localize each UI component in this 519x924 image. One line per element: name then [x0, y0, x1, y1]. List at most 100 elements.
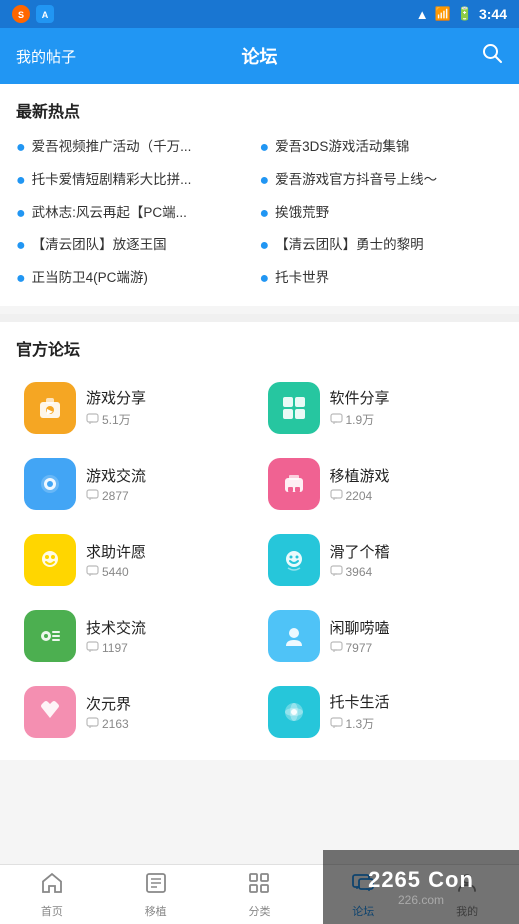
my-posts-link[interactable]: 我的帖子	[16, 46, 76, 67]
forum-name: 闲聊唠嗑	[330, 617, 390, 638]
forum-count: 2877	[86, 489, 146, 503]
header: 我的帖子 论坛	[0, 28, 519, 84]
watermark: 2265 Con 226.com	[323, 850, 519, 924]
hot-item-text: 托卡爱情短剧精彩大比拼...	[32, 171, 192, 190]
hot-bullet: ●	[260, 171, 270, 192]
home-icon	[40, 871, 64, 901]
forum-item[interactable]: ▶ 游戏分享 5.1万	[16, 370, 260, 446]
status-icons-right: ▲ 📶 🔋 3:44	[416, 6, 507, 22]
hot-list-item[interactable]: ● 【清云团队】放逐王国	[16, 230, 260, 263]
hot-list-item[interactable]: ●正当防卫4(PC端游)	[16, 263, 260, 296]
svg-text:A: A	[42, 10, 49, 20]
hot-list-item[interactable]: ● 武林志:风云再起【PC端...	[16, 198, 260, 231]
forum-name: 移植游戏	[330, 465, 390, 486]
clock: 3:44	[479, 6, 507, 22]
hot-bullet: ●	[16, 236, 26, 257]
forum-info: 游戏分享 5.1万	[86, 387, 146, 428]
hot-section: 最新热点 ●爱吾视频推广活动（千万...●爱吾3DS游戏活动集锦●托卡爱情短剧精…	[0, 84, 519, 306]
hot-bullet: ●	[260, 138, 270, 159]
hot-bullet: ●	[16, 204, 26, 225]
search-button[interactable]	[481, 42, 503, 70]
forum-name: 游戏分享	[86, 387, 146, 408]
comment-icon	[330, 717, 343, 730]
forum-info: 技术交流 1197	[86, 617, 146, 655]
hot-item-text: 武林志:风云再起【PC端...	[32, 204, 187, 223]
migrate-label: 移植	[145, 903, 167, 919]
forum-name: 托卡生活	[330, 691, 390, 712]
comment-icon	[330, 565, 343, 578]
migrate-icon	[144, 871, 168, 901]
hot-list-item[interactable]: ● 托卡爱情短剧精彩大比拼...	[16, 165, 260, 198]
watermark-line1: 2265 Con	[368, 867, 474, 893]
hot-list-item[interactable]: ● 【清云团队】勇士的黎明	[260, 230, 504, 263]
hot-bullet: ●	[16, 171, 26, 192]
status-bar: S A ▲ 📶 🔋 3:44	[0, 0, 519, 28]
forum-count: 7977	[330, 641, 390, 655]
nav-item-migrate[interactable]: 移植	[104, 865, 208, 924]
section-divider	[0, 314, 519, 322]
forum-icon	[24, 534, 76, 586]
forum-count: 2163	[86, 717, 131, 731]
forum-icon	[268, 382, 320, 434]
category-label: 分类	[248, 903, 270, 919]
hot-item-text: 挨饿荒野	[275, 204, 329, 223]
hot-item-text: 正当防卫4(PC端游)	[32, 269, 148, 288]
nav-item-category[interactable]: 分类	[208, 865, 312, 924]
hot-item-text: 托卡世界	[275, 269, 329, 288]
svg-text:S: S	[18, 10, 24, 20]
forum-info: 闲聊唠嗑 7977	[330, 617, 390, 655]
forum-item[interactable]: 游戏交流 2877	[16, 446, 260, 522]
forum-info: 求助许愿 5440	[86, 541, 146, 579]
hot-item-text: 爱吾3DS游戏活动集锦	[275, 138, 409, 157]
nav-item-home[interactable]: 首页	[0, 865, 104, 924]
hot-list-item[interactable]: ● 挨饿荒野	[260, 198, 504, 231]
hot-item-text: 爱吾游戏官方抖音号上线～	[275, 171, 437, 190]
forum-name: 滑了个稽	[330, 541, 390, 562]
forum-info: 移植游戏 2204	[330, 465, 390, 503]
hot-item-text: 【清云团队】放逐王国	[32, 236, 167, 255]
wifi-icon: ▲	[416, 7, 429, 22]
forum-item[interactable]: 托卡生活 1.3万	[260, 674, 504, 750]
hot-list-item[interactable]: ● 爱吾3DS游戏活动集锦	[260, 132, 504, 165]
forum-item[interactable]: 闲聊唠嗑 7977	[260, 598, 504, 674]
forum-item[interactable]: 次元界 2163	[16, 674, 260, 750]
watermark-line2: 226.com	[368, 893, 474, 907]
forum-section-title: 官方论坛	[16, 336, 503, 360]
app-icon-2: A	[36, 5, 54, 23]
forum-item[interactable]: 移植游戏 2204	[260, 446, 504, 522]
forum-item[interactable]: 滑了个稽 3964	[260, 522, 504, 598]
forum-name: 次元界	[86, 693, 131, 714]
forum-count: 1.9万	[330, 411, 390, 428]
comment-icon	[330, 489, 343, 502]
forum-name: 游戏交流	[86, 465, 146, 486]
hot-bullet: ●	[260, 204, 270, 225]
svg-text:▶: ▶	[47, 407, 54, 416]
forum-info: 次元界 2163	[86, 693, 131, 731]
forum-count: 5440	[86, 565, 146, 579]
hot-list-item[interactable]: ● 爱吾游戏官方抖音号上线～	[260, 165, 504, 198]
forum-item[interactable]: 技术交流 1197	[16, 598, 260, 674]
forum-info: 滑了个稽 3964	[330, 541, 390, 579]
forum-item[interactable]: 求助许愿 5440	[16, 522, 260, 598]
home-label: 首页	[41, 903, 63, 919]
forum-icon	[24, 610, 76, 662]
comment-icon	[86, 565, 99, 578]
forum-grid: ▶ 游戏分享 5.1万 软件分享	[16, 370, 503, 750]
category-icon	[247, 871, 271, 901]
forum-count: 5.1万	[86, 411, 146, 428]
comment-icon	[86, 641, 99, 654]
comment-icon	[86, 489, 99, 502]
forum-item[interactable]: 软件分享 1.9万	[260, 370, 504, 446]
hot-section-title: 最新热点	[16, 98, 503, 122]
hot-list-item[interactable]: ●托卡世界	[260, 263, 504, 296]
hot-bullet: ●	[260, 236, 270, 257]
forum-name: 技术交流	[86, 617, 146, 638]
hot-item-text: 【清云团队】勇士的黎明	[275, 236, 424, 255]
hot-list-item[interactable]: ●爱吾视频推广活动（千万...	[16, 132, 260, 165]
status-icons-left: S A	[12, 5, 54, 23]
forum-info: 游戏交流 2877	[86, 465, 146, 503]
forum-count: 1197	[86, 641, 146, 655]
forum-icon	[268, 686, 320, 738]
comment-icon	[86, 413, 99, 426]
forum-info: 托卡生活 1.3万	[330, 691, 390, 732]
